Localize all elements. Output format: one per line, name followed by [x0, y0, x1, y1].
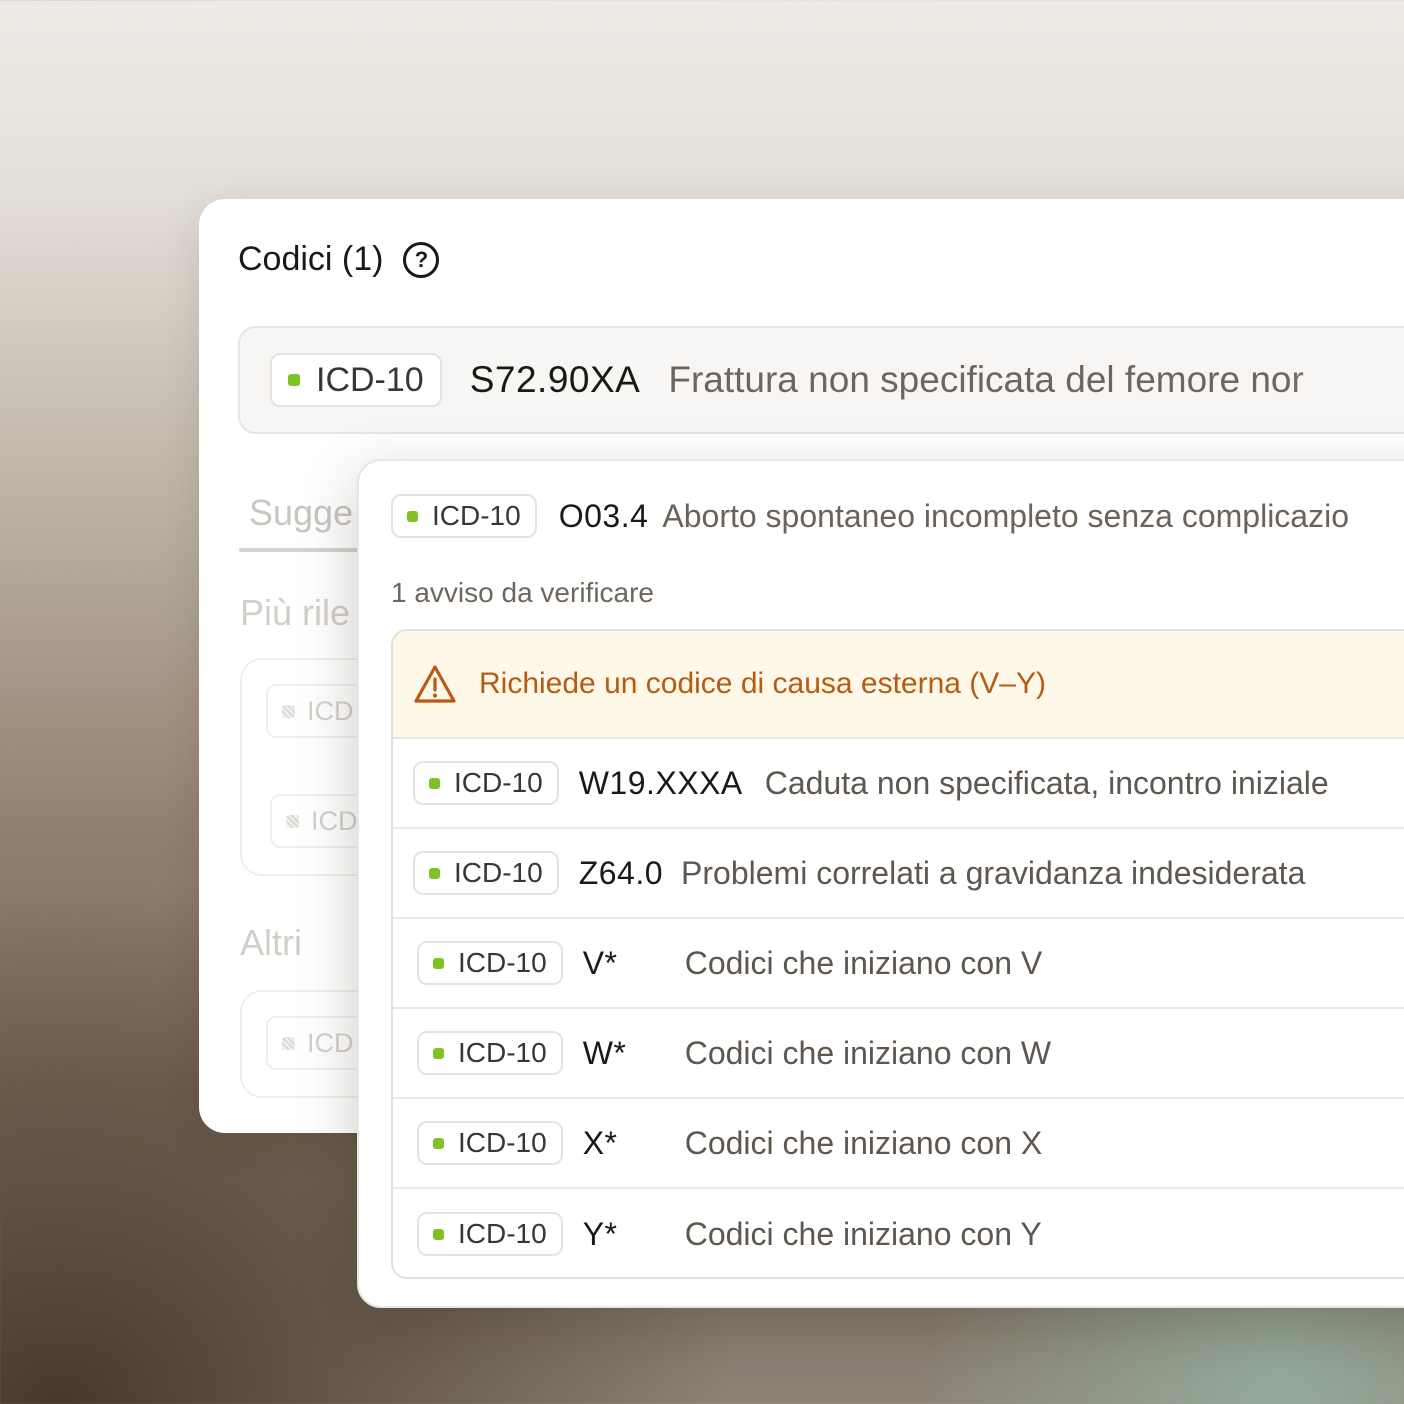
row-code: V* — [582, 944, 618, 981]
row-description: Codici che iniziano con W — [684, 1034, 1052, 1071]
ghost-code-system-label: ICD — [307, 1027, 354, 1058]
help-icon[interactable]: ? — [403, 241, 440, 278]
row-code: W19.XXXA — [578, 764, 743, 801]
panel-title: Codici (1) — [238, 240, 384, 278]
status-dot-icon — [407, 510, 418, 522]
code-system-label: ICD-10 — [454, 767, 543, 798]
row-code: Z64.0 — [578, 854, 664, 891]
suggested-code-row[interactable]: ICD-10 Y* Codici che iniziano con Y — [393, 1189, 1404, 1277]
code-system-label: ICD-10 — [458, 1127, 547, 1158]
ghost-code-badge[interactable]: ICD — [266, 684, 370, 738]
selected-code-description-tail: r — [1291, 359, 1304, 400]
code-system-label: ICD-10 — [458, 1037, 547, 1068]
row-code: X* — [582, 1124, 618, 1161]
row-code: Y* — [582, 1215, 618, 1252]
warning-box: Richiede un codice di causa esterna (V–Y… — [391, 629, 1404, 1279]
status-dot-icon — [433, 957, 444, 969]
code-system-label: ICD-10 — [458, 1218, 547, 1249]
suggested-code-row[interactable]: ICD-10 Z64.0 Problemi correlati a gravid… — [393, 829, 1404, 919]
code-system-label: ICD-10 — [432, 500, 521, 531]
code-system-badge: ICD-10 — [413, 851, 559, 895]
code-system-badge: ICD-10 — [417, 941, 563, 985]
status-dot-icon — [282, 704, 295, 718]
warning-text: Richiede un codice di causa esterna (V–Y… — [479, 667, 1046, 700]
popover-code-description: Aborto spontaneo incompleto senza compli… — [662, 497, 1349, 534]
warning-count: 1 avviso da verificare — [391, 577, 655, 608]
ghost-code-badge[interactable]: ICD — [266, 1016, 370, 1070]
selected-code: S72.90XA — [469, 359, 641, 400]
row-description: Caduta non specificata, incontro inizial… — [764, 764, 1329, 801]
section-most-relevant-heading: Più rile — [240, 592, 351, 633]
code-system-badge: ICD-10 — [417, 1212, 563, 1256]
row-code: W* — [582, 1034, 627, 1071]
status-dot-icon — [433, 1137, 444, 1149]
selected-code-description: Frattura non specificata del femore nor — [668, 359, 1404, 401]
status-dot-icon — [433, 1228, 444, 1240]
code-system-badge: ICD-10 — [391, 494, 537, 538]
code-system-label: ICD-10 — [316, 360, 424, 399]
suggested-code-row[interactable]: ICD-10 W19.XXXA Caduta non specificata, … — [393, 739, 1404, 829]
status-dot-icon — [429, 867, 440, 879]
popover-code-header: ICD-10 O03.4 Aborto spontaneo incompleto… — [391, 494, 1349, 538]
status-dot-icon — [288, 374, 300, 386]
ghost-code-system-label: ICD — [311, 805, 358, 836]
row-description: Codici che iniziano con Y — [684, 1215, 1042, 1252]
code-system-badge: ICD-10 — [417, 1031, 563, 1075]
status-dot-icon — [282, 1036, 295, 1050]
panel-title-row: Codici (1) ? — [238, 240, 440, 279]
suggested-code-row[interactable]: ICD-10 W* Codici che iniziano con W — [393, 1009, 1404, 1099]
status-dot-icon — [286, 814, 299, 828]
status-dot-icon — [433, 1047, 444, 1059]
status-dot-icon — [429, 777, 440, 789]
suggested-code-row[interactable]: ICD-10 X* Codici che iniziano con X — [393, 1099, 1404, 1189]
code-system-badge: ICD-10 — [413, 761, 559, 805]
row-description: Problemi correlati a gravidanza indeside… — [681, 854, 1306, 891]
suggested-code-row[interactable]: ICD-10 V* Codici che iniziano con V — [393, 919, 1404, 1009]
popover-code: O03.4 — [558, 497, 649, 534]
tab-suggestions[interactable]: Sugge — [249, 492, 353, 534]
warning-triangle-icon — [414, 665, 456, 703]
warning-header: Richiede un codice di causa esterna (V–Y… — [393, 631, 1404, 739]
code-detail-popover: ICD-10 O03.4 Aborto spontaneo incompleto… — [357, 459, 1404, 1308]
section-other-heading: Altri — [240, 922, 302, 963]
code-system-label: ICD-10 — [458, 947, 547, 978]
selected-code-row[interactable]: ICD-10 S72.90XA Frattura non specificata… — [238, 326, 1404, 434]
row-description: Codici che iniziano con V — [684, 944, 1043, 981]
code-system-badge: ICD-10 — [270, 353, 442, 407]
code-system-label: ICD-10 — [454, 857, 543, 888]
code-system-badge: ICD-10 — [417, 1121, 563, 1165]
ghost-code-system-label: ICD — [307, 695, 354, 726]
row-description: Codici che iniziano con X — [684, 1124, 1043, 1161]
